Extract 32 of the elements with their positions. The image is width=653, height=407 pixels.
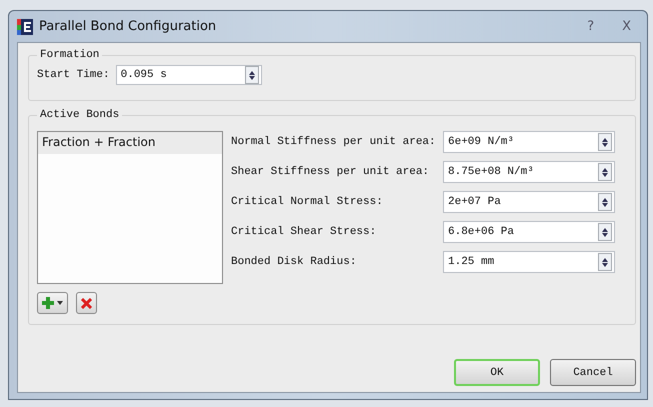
delete-button[interactable]: [76, 292, 97, 314]
field-label: Normal Stiffness per unit area:: [231, 136, 437, 148]
caret-icon: [57, 301, 63, 305]
group-title: Active Bonds: [39, 109, 120, 121]
group-title: Formation: [39, 49, 100, 61]
cancel-button[interactable]: Cancel: [550, 359, 636, 386]
spin-arrows-icon[interactable]: [598, 223, 612, 241]
spin-arrows-icon[interactable]: [598, 133, 612, 151]
cross-icon: [81, 298, 92, 308]
value-field[interactable]: 1.25 mm: [443, 251, 615, 273]
window-title: Parallel Bond Configuration: [39, 19, 216, 34]
list-item[interactable]: Fraction + Fraction: [38, 132, 222, 154]
field-label: Critical Shear Stress:: [231, 226, 378, 238]
app-logo-icon: [17, 18, 33, 34]
field-label: Bonded Disk Radius:: [231, 256, 358, 268]
spin-arrows-icon[interactable]: [598, 163, 612, 181]
value-field[interactable]: 8.75e+08 N/m³: [443, 161, 615, 183]
value-field[interactable]: 6e+09 N/m³: [443, 131, 615, 153]
spin-arrows-icon[interactable]: [244, 66, 259, 84]
value-field[interactable]: 6.8e+06 Pa: [443, 221, 615, 243]
plus-icon: [42, 297, 54, 309]
add-button[interactable]: [37, 292, 68, 314]
help-button[interactable]: ?: [587, 19, 594, 34]
field-label: Shear Stiffness per unit area:: [231, 166, 430, 178]
start-time-field[interactable]: 0.095 s: [116, 65, 262, 85]
spin-arrows-icon[interactable]: [598, 193, 612, 211]
value-field[interactable]: 2e+07 Pa: [443, 191, 615, 213]
field-label: Start Time:: [37, 69, 110, 81]
ok-button[interactable]: OK: [454, 359, 540, 386]
close-button[interactable]: X: [622, 19, 631, 34]
spin-arrows-icon[interactable]: [598, 253, 612, 271]
field-label: Critical Normal Stress:: [231, 196, 384, 208]
